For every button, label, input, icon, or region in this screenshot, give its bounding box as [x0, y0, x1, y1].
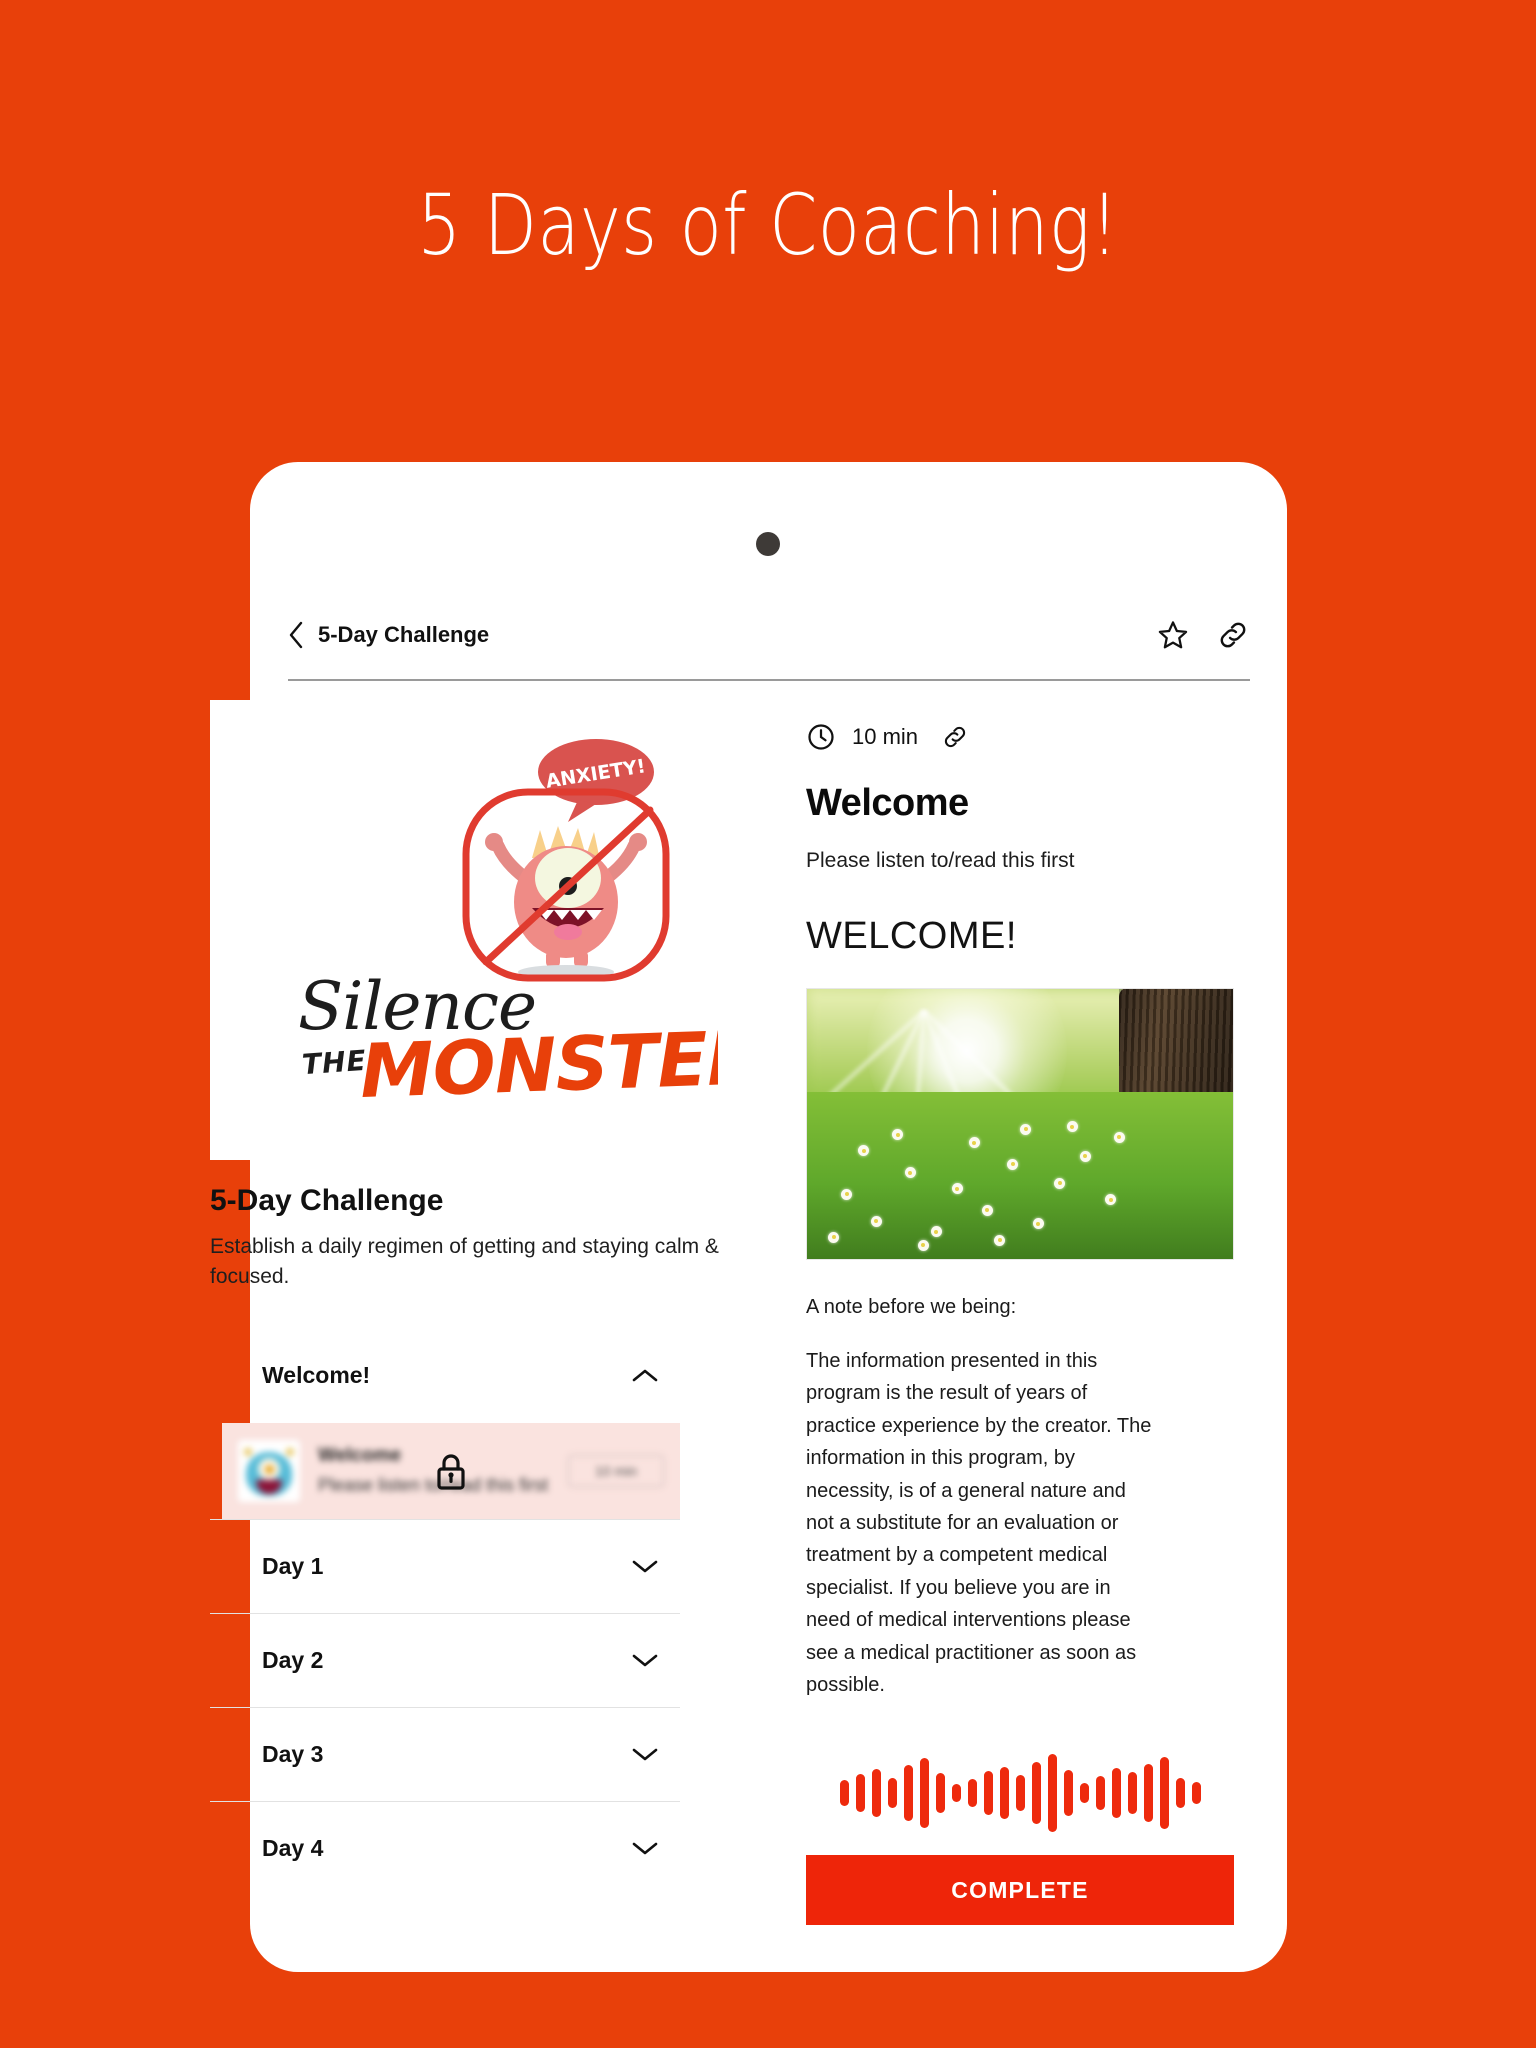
- accordion-label: Day 4: [262, 1834, 324, 1861]
- back-button[interactable]: 5-Day Challenge: [288, 621, 489, 649]
- monster-thumbnail-icon: [238, 1439, 300, 1502]
- camera-dot: [756, 532, 780, 556]
- waveform-bar: [855, 1774, 865, 1813]
- note-lead: A note before we being:: [806, 1296, 1017, 1318]
- locked-lesson-duration: 10 min: [568, 1454, 664, 1487]
- header-title: 5-Day Challenge: [318, 622, 490, 647]
- waveform-bar: [1095, 1776, 1105, 1811]
- note-body: The information presented in this progra…: [806, 1350, 1152, 1696]
- waveform-bar: [887, 1778, 897, 1809]
- accordion-section-day-2[interactable]: Day 2: [210, 1612, 680, 1707]
- chevron-down-icon: [632, 1748, 658, 1761]
- app-header: 5-Day Challenge: [250, 600, 1287, 670]
- header-actions: [1157, 619, 1249, 651]
- accordion-label: Day 1: [262, 1552, 324, 1579]
- waveform-bar: [1079, 1783, 1089, 1804]
- waveform-bar: [1159, 1757, 1169, 1830]
- page-title: 5 Days of Coaching!: [417, 176, 1119, 274]
- accordion-section-day-4[interactable]: Day 4: [210, 1800, 680, 1895]
- waveform-bar: [903, 1765, 913, 1822]
- lesson-title: Welcome: [806, 782, 969, 824]
- accordion-label: Day 2: [262, 1646, 324, 1673]
- link-icon[interactable]: [1217, 619, 1249, 651]
- accordion-label: Welcome!: [262, 1362, 371, 1389]
- chevron-left-icon: [289, 621, 303, 649]
- accordion-label: Day 3: [262, 1740, 324, 1767]
- course-sidebar: ANXIETY! Silence THE MONSTER 5-Day Chall…: [210, 700, 758, 1972]
- chevron-up-icon: [632, 1370, 658, 1382]
- lock-icon: [437, 1454, 465, 1490]
- clock-icon: [808, 724, 834, 750]
- locked-lesson-row[interactable]: Welcome Please listen to/read this first…: [222, 1422, 680, 1519]
- link-icon[interactable]: [942, 724, 968, 750]
- course-accordion: Welcome! Welcome Please listen to/read t…: [210, 1329, 680, 1895]
- waveform-bar: [1047, 1754, 1057, 1833]
- waveform-bar: [1143, 1764, 1153, 1823]
- audio-waveform[interactable]: [806, 1754, 1234, 1833]
- silence-the-monster-logo: ANXIETY! Silence THE MONSTER: [210, 700, 718, 1160]
- waveform-bar: [951, 1784, 961, 1803]
- waveform-bar: [999, 1767, 1009, 1820]
- course-description: Establish a daily regimen of getting and…: [210, 1235, 719, 1289]
- accordion-section-welcome[interactable]: Welcome!: [210, 1329, 680, 1423]
- lesson-heading: WELCOME!: [806, 915, 1017, 957]
- waveform-bar: [967, 1779, 977, 1808]
- star-icon[interactable]: [1157, 619, 1189, 651]
- waveform-bar: [935, 1773, 945, 1814]
- accordion-section-day-3[interactable]: Day 3: [210, 1706, 680, 1801]
- logo-word-the: THE: [300, 1043, 368, 1082]
- lesson-meta-row: 10 min: [806, 722, 1157, 752]
- lesson-duration: 10 min: [852, 724, 919, 749]
- meadow-photo: [806, 988, 1234, 1260]
- course-title: 5-Day Challenge: [210, 1184, 444, 1217]
- waveform-bar: [1127, 1772, 1137, 1815]
- waveform-bar: [1111, 1768, 1121, 1819]
- accordion-section-day-1[interactable]: Day 1: [210, 1518, 680, 1613]
- waveform-bar: [839, 1780, 849, 1807]
- complete-button[interactable]: COMPLETE: [806, 1855, 1234, 1926]
- course-hero-image: ANXIETY! Silence THE MONSTER: [210, 700, 718, 1160]
- waveform-bar: [871, 1769, 881, 1818]
- content-area: ANXIETY! Silence THE MONSTER 5-Day Chall…: [210, 700, 1287, 1972]
- waveform-bar: [1031, 1762, 1041, 1825]
- chevron-down-icon: [632, 1842, 658, 1855]
- lesson-subtitle: Please listen to/read this first: [806, 849, 1075, 872]
- waveform-bar: [1015, 1775, 1025, 1812]
- header-divider: [288, 679, 1250, 681]
- waveform-bar: [1191, 1782, 1201, 1805]
- waveform-bar: [919, 1758, 929, 1829]
- chevron-down-icon: [632, 1560, 658, 1573]
- waveform-bar: [983, 1771, 993, 1816]
- waveform-bar: [1063, 1770, 1073, 1817]
- chevron-down-icon: [632, 1654, 658, 1667]
- lesson-panel: 10 min Welcome Please listen to/read thi…: [758, 700, 1287, 1972]
- logo-word-monster: MONSTER: [358, 1014, 718, 1116]
- monster-icon: ANXIETY!: [462, 739, 670, 982]
- waveform-bar: [1175, 1778, 1185, 1809]
